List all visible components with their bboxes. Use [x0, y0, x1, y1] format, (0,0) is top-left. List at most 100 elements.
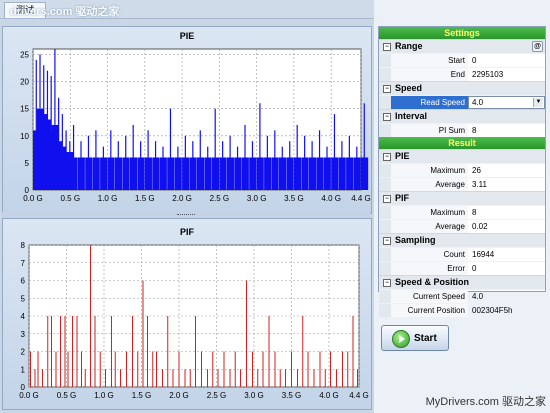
pie-bar	[204, 157, 212, 190]
pif-max-label: Maximum	[379, 206, 468, 219]
pie-x-tick-label: 1.5 G	[135, 194, 155, 203]
pie-bar	[197, 157, 205, 190]
pie-bar	[286, 157, 294, 190]
group-sampling[interactable]: − Sampling	[379, 233, 545, 247]
settings-panel: Settings − Range @ Start 0 End 2295103 − Spee…	[378, 26, 546, 317]
pie-avg-label: Average	[379, 178, 468, 191]
row-pi-sum[interactable]: PI Sum 8	[379, 123, 545, 137]
start-button[interactable]: Start	[381, 325, 449, 351]
pie-bar	[256, 157, 264, 190]
pif-x-tick-label: 0.0 G	[19, 391, 39, 400]
pif-avg-label: Average	[379, 220, 468, 233]
pie-x-tick-label: 4.0 G	[321, 194, 341, 203]
end-value[interactable]: 2295103	[469, 68, 545, 81]
read-speed-value: 4.0	[472, 98, 484, 107]
row-pie-max: Maximum 26	[379, 163, 545, 177]
row-read-speed[interactable]: Read Speed 4.0 ▼	[379, 95, 545, 109]
pie-bar	[189, 157, 197, 190]
pie-bar	[316, 157, 324, 190]
row-pie-avg: Average 3.11	[379, 177, 545, 191]
pif-x-tick-label: 2.0 G	[169, 391, 189, 400]
pie-bar	[211, 157, 220, 190]
row-current-position: Current Position 002304F5h	[379, 303, 545, 317]
pie-bar	[293, 157, 302, 190]
pie-x-tick-label: 0.5 G	[60, 194, 80, 203]
pie-x-tick-label: 1.0 G	[98, 194, 118, 203]
row-pif-avg: Average 0.02	[379, 219, 545, 233]
group-speed-position-label: Speed & Position	[395, 277, 470, 287]
pif-chart: 0123456780.0 G 0.5 G 1.0 G 1.5 G 2.0 G 2.5 G3…	[19, 241, 369, 400]
start-value[interactable]: 0	[469, 54, 545, 67]
pie-bar	[107, 157, 115, 190]
pie-bar	[77, 157, 85, 190]
pie-x-tick-label: 2.5 G	[210, 194, 230, 203]
pif-y-tick-label: 5	[21, 294, 26, 303]
pie-bar	[100, 157, 108, 190]
row-start[interactable]: Start 0	[379, 53, 545, 67]
pie-max-label: Maximum	[379, 164, 468, 177]
row-error: Error 0	[379, 261, 545, 275]
group-range[interactable]: − Range @	[379, 39, 545, 53]
pie-bar	[331, 157, 339, 190]
pie-x-tick-label: 2.0 G	[172, 194, 192, 203]
pif-x-tick-label: 1.5 G	[132, 391, 152, 400]
pie-bar	[301, 157, 309, 190]
pif-x-tick-label: 3.0 G	[244, 391, 264, 400]
pie-y-tick-label: 10	[20, 132, 29, 141]
pie-chart-title: PIE	[179, 31, 195, 41]
row-current-speed: Current Speed 4.0	[379, 289, 545, 303]
pie-x-tick-label: 3.0 G	[247, 194, 267, 203]
group-speed-position[interactable]: − Speed & Position	[379, 275, 545, 289]
pie-bar	[323, 157, 331, 190]
collapse-icon[interactable]: −	[383, 153, 391, 161]
pie-avg-value: 3.11	[472, 180, 487, 189]
pie-bar	[249, 157, 257, 190]
pif-y-tick-label: 2	[21, 348, 26, 357]
row-end[interactable]: End 2295103	[379, 67, 545, 81]
pie-bar	[122, 157, 130, 190]
pie-chart: 05101520250.0 G 0.5 G 1.0 G 1.5 G 2.0 G 2.5 G…	[20, 48, 371, 203]
collapse-icon[interactable]: −	[383, 195, 391, 203]
collapse-icon[interactable]: −	[383, 43, 391, 51]
pif-y-tick-label: 6	[21, 277, 26, 286]
collapse-icon[interactable]: −	[383, 85, 391, 93]
watermark-top: drivers.com 驱动之家	[10, 6, 120, 18]
current-speed-value: 4.0	[472, 292, 484, 301]
splitter-grip[interactable]	[177, 214, 195, 217]
pie-bar	[234, 157, 242, 190]
pi-sum-value[interactable]: 8	[469, 124, 545, 137]
pie-bar	[264, 157, 272, 190]
pif-chart-panel: PIF 0 1 2 3 4 5 6 7 8 0.0 G 0.5 G 1.0 G 1.5 G 2.0 G 2.…	[2, 218, 372, 410]
row-pif-max: Maximum 8	[379, 205, 545, 219]
pif-x-tick-label: 2.5 G	[207, 391, 227, 400]
group-pie[interactable]: − PIE	[379, 149, 545, 163]
collapse-icon[interactable]: −	[383, 279, 391, 287]
chevron-down-icon[interactable]: ▼	[533, 98, 543, 107]
pie-x-tick-label: 0.0 G	[23, 194, 43, 203]
read-speed-select[interactable]: 4.0 ▼	[468, 96, 545, 109]
pie-bar	[152, 157, 160, 190]
pie-bar	[271, 157, 279, 190]
collapse-icon[interactable]: −	[383, 113, 391, 121]
pie-y-tick-label: 25	[20, 50, 29, 59]
count-label: Count	[379, 248, 468, 261]
pie-max-value: 26	[472, 166, 481, 175]
settings-gear-icon[interactable]: @	[532, 41, 543, 52]
pie-x-tick-label: 3.5 G	[284, 194, 304, 203]
collapse-icon[interactable]: −	[383, 237, 391, 245]
pif-max-value: 8	[472, 208, 477, 217]
group-interval[interactable]: − Interval	[379, 109, 545, 123]
group-speed[interactable]: − Speed	[379, 81, 545, 95]
pie-bar	[182, 157, 190, 190]
pif-x-tick-label: 4.0 G	[319, 391, 339, 400]
pie-bar	[144, 157, 152, 190]
row-count: Count 16944	[379, 247, 545, 261]
count-value: 16944	[472, 250, 495, 259]
start-label: Start	[379, 54, 468, 67]
pie-bar	[159, 157, 167, 190]
pie-bar	[85, 157, 93, 190]
pie-bar	[174, 157, 182, 190]
group-pif[interactable]: − PIF	[379, 191, 545, 205]
play-icon	[392, 330, 410, 348]
pif-x-tick-label: 0.5 G	[57, 391, 77, 400]
